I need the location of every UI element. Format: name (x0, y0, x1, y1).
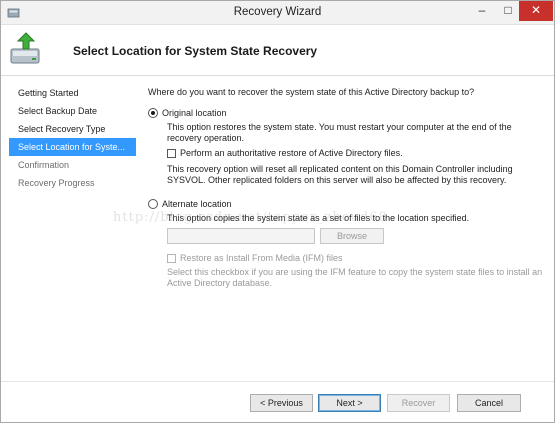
ifm-option: Restore as Install From Media (IFM) file… (167, 252, 543, 265)
alternate-location-radio[interactable] (148, 199, 158, 209)
backup-recovery-icon (10, 32, 40, 64)
step-recovery-progress: Recovery Progress (18, 178, 95, 188)
maximize-button[interactable]: □ (495, 1, 521, 21)
authoritative-restore-label[interactable]: Perform an authoritative restore of Acti… (180, 148, 403, 158)
original-location-description: This option restores the system state. Y… (167, 122, 512, 143)
footer-divider (1, 381, 554, 382)
original-location-option[interactable]: Original location (148, 107, 543, 120)
original-location-radio[interactable] (148, 108, 158, 118)
cancel-button[interactable]: Cancel (457, 394, 521, 412)
step-select-recovery-type[interactable]: Select Recovery Type (9, 120, 136, 138)
alternate-path-input (167, 228, 315, 244)
sysvol-warning: This recovery option will reset all repl… (167, 164, 513, 185)
main-content: Where do you want to recover the system … (148, 87, 543, 289)
ifm-checkbox (167, 254, 176, 263)
recover-button: Recover (387, 394, 450, 412)
location-question: Where do you want to recover the system … (148, 87, 475, 97)
alternate-location-option[interactable]: Alternate location (148, 198, 543, 211)
authoritative-restore-option[interactable]: Perform an authoritative restore of Acti… (167, 147, 543, 160)
next-button[interactable]: Next > (318, 394, 381, 412)
previous-button[interactable]: < Previous (250, 394, 313, 412)
ifm-description: Select this checkbox if you are using th… (167, 267, 543, 288)
step-getting-started[interactable]: Getting Started (9, 84, 136, 102)
authoritative-restore-checkbox[interactable] (167, 149, 176, 158)
wizard-steps-sidebar: Getting Started Select Backup Date Selec… (9, 84, 136, 192)
original-location-label[interactable]: Original location (162, 108, 227, 118)
step-confirmation: Confirmation (18, 160, 70, 170)
alternate-location-description: This option copies the system state as a… (167, 213, 470, 223)
minimize-button[interactable]: – (469, 1, 495, 21)
title-bar[interactable]: Recovery Wizard – □ ✕ (1, 1, 554, 25)
step-select-backup-date[interactable]: Select Backup Date (9, 102, 136, 120)
step-select-location[interactable]: Select Location for Syste... (9, 138, 136, 156)
close-button[interactable]: ✕ (519, 1, 553, 21)
ifm-label: Restore as Install From Media (IFM) file… (180, 253, 343, 263)
page-title: Select Location for System State Recover… (73, 44, 318, 58)
alternate-location-label[interactable]: Alternate location (162, 199, 232, 209)
recovery-wizard-window: Recovery Wizard – □ ✕ Select Location fo… (0, 0, 555, 423)
browse-button: Browse (320, 228, 384, 244)
wizard-header: Select Location for System State Recover… (1, 26, 554, 76)
